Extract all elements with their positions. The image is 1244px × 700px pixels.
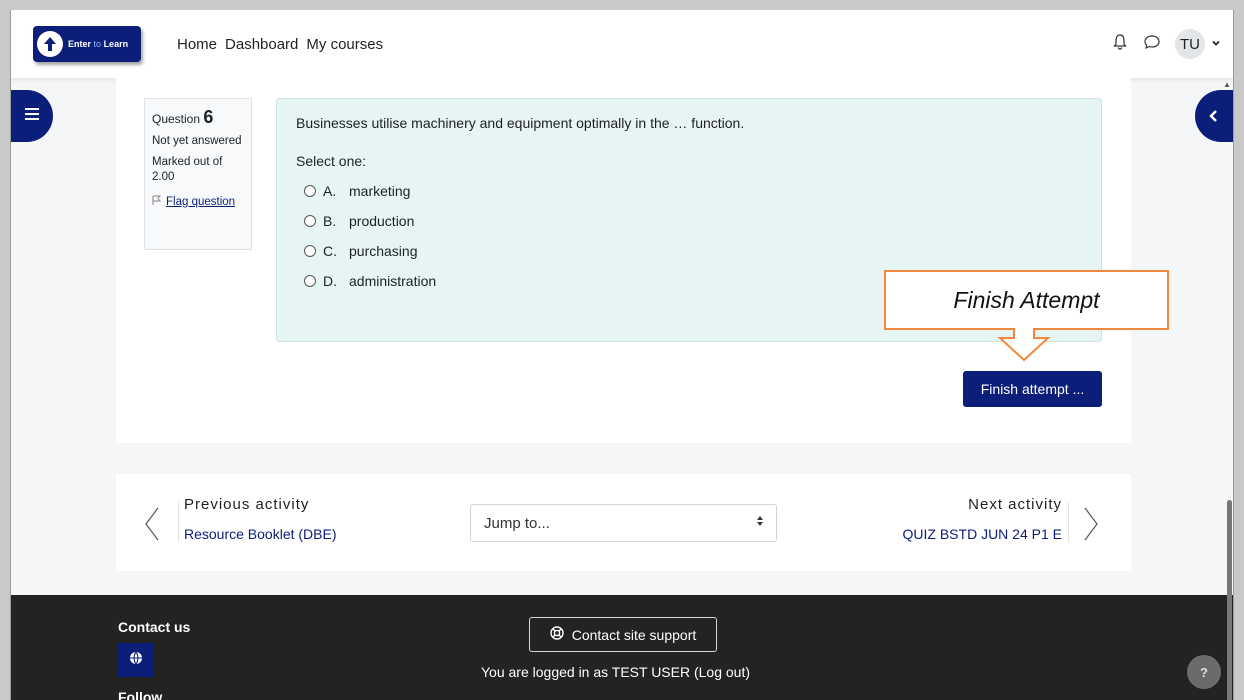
bell-icon[interactable] bbox=[1111, 33, 1129, 56]
logged-in-status: You are logged in as TEST USER (Log out) bbox=[481, 664, 751, 680]
question-info-panel: Question 6 Not yet answered Marked out o… bbox=[144, 98, 252, 250]
divider bbox=[178, 502, 179, 542]
flag-question-link[interactable]: Flag question bbox=[152, 195, 244, 209]
callout-arrow-icon bbox=[997, 328, 1051, 362]
user-avatar[interactable]: TU bbox=[1175, 29, 1205, 59]
globe-icon bbox=[129, 651, 143, 670]
chat-bubble-icon[interactable] bbox=[1143, 33, 1161, 56]
user-menu-area: TU bbox=[1111, 10, 1221, 78]
question-status: Not yet answered bbox=[152, 135, 242, 147]
help-button[interactable]: ? bbox=[1187, 655, 1221, 689]
flag-question-label[interactable]: Flag question bbox=[166, 196, 235, 208]
quiz-question-card: Question 6 Not yet answered Marked out o… bbox=[116, 78, 1131, 443]
select-caret-icon bbox=[756, 515, 764, 530]
chevron-down-icon[interactable] bbox=[1211, 38, 1221, 51]
finish-attempt-button[interactable]: Finish attempt ... bbox=[963, 371, 1102, 407]
answer-option-b[interactable]: B. production bbox=[304, 213, 1082, 229]
previous-activity-label: Previous activity bbox=[184, 496, 310, 513]
chevron-right-icon[interactable] bbox=[1083, 507, 1099, 546]
scrollbar-thumb[interactable] bbox=[1227, 500, 1232, 700]
finish-attempt-callout: Finish Attempt bbox=[884, 270, 1169, 330]
next-activity-link[interactable]: QUIZ BSTD JUN 24 P1 E bbox=[903, 526, 1062, 542]
divider bbox=[1068, 502, 1069, 542]
list-icon bbox=[25, 107, 39, 125]
primary-navigation: Home Dashboard My courses bbox=[177, 36, 383, 53]
answer-option-c[interactable]: C. purchasing bbox=[304, 243, 1082, 259]
question-number: Question 6 bbox=[152, 107, 214, 127]
question-text: Businesses utilise machinery and equipme… bbox=[296, 115, 745, 131]
activity-navigation: Previous activity Resource Booklet (DBE)… bbox=[116, 474, 1131, 571]
next-activity-label: Next activity bbox=[968, 496, 1062, 513]
jump-to-select[interactable]: Jump to... bbox=[470, 504, 777, 542]
up-arrow-icon bbox=[37, 31, 63, 57]
contact-site-support-button[interactable]: Contact site support bbox=[529, 617, 717, 652]
logo-text: Enter to Learn bbox=[68, 39, 129, 49]
course-index-toggle[interactable] bbox=[11, 90, 53, 142]
contact-us-heading: Contact us bbox=[118, 619, 191, 635]
lifebuoy-icon bbox=[550, 626, 564, 643]
jump-to-label: Jump to... bbox=[484, 514, 550, 532]
browser-frame: Enter to Learn Home Dashboard My courses… bbox=[10, 10, 1234, 700]
site-logo[interactable]: Enter to Learn bbox=[33, 26, 141, 62]
radio-button[interactable] bbox=[304, 275, 316, 287]
select-one-prompt: Select one: bbox=[296, 153, 367, 169]
top-navbar: Enter to Learn Home Dashboard My courses… bbox=[11, 10, 1233, 78]
chevron-left-icon bbox=[1209, 106, 1219, 127]
page-footer: Contact us Follow Contact site support Y… bbox=[11, 595, 1233, 700]
nav-home[interactable]: Home bbox=[177, 36, 217, 53]
nav-my-courses[interactable]: My courses bbox=[306, 36, 383, 53]
block-drawer-toggle[interactable] bbox=[1195, 90, 1233, 142]
flag-icon bbox=[152, 195, 162, 209]
question-marks: Marked out of 2.00 bbox=[152, 156, 223, 183]
radio-button[interactable] bbox=[304, 185, 316, 197]
radio-button[interactable] bbox=[304, 245, 316, 257]
radio-button[interactable] bbox=[304, 215, 316, 227]
chevron-left-icon[interactable] bbox=[144, 507, 160, 546]
previous-activity-link[interactable]: Resource Booklet (DBE) bbox=[184, 526, 337, 542]
scroll-up-icon[interactable]: ▲ bbox=[1223, 80, 1233, 90]
nav-dashboard[interactable]: Dashboard bbox=[225, 36, 298, 53]
website-link[interactable] bbox=[118, 643, 154, 677]
follow-heading: Follow bbox=[118, 689, 163, 700]
answer-option-a[interactable]: A. marketing bbox=[304, 183, 1082, 199]
